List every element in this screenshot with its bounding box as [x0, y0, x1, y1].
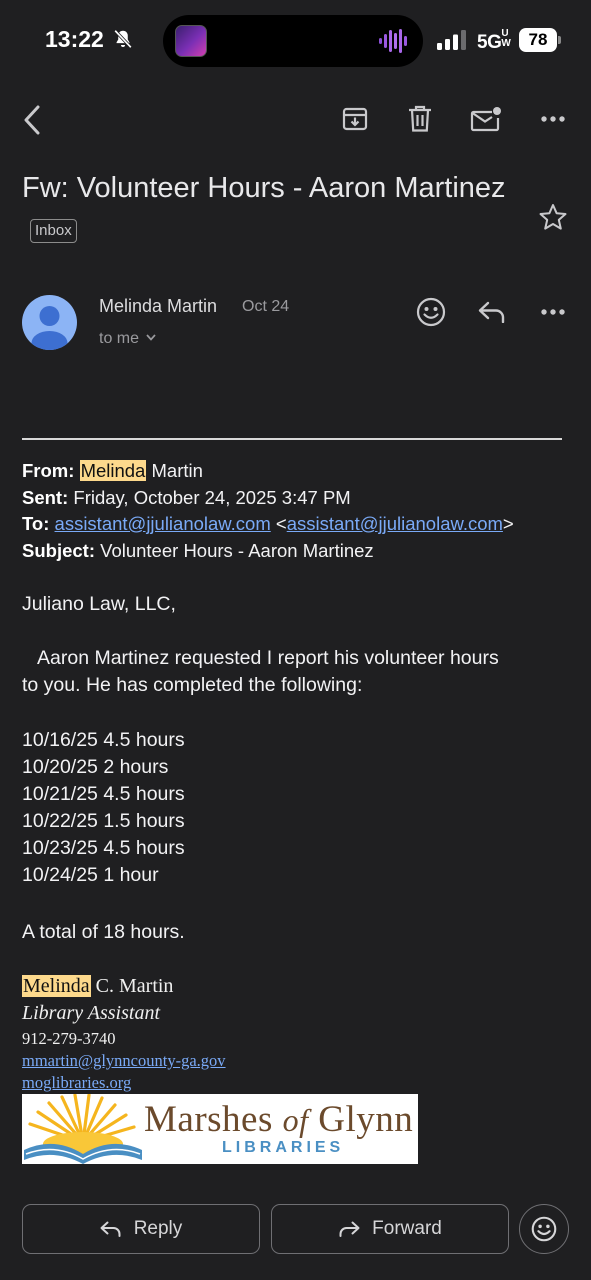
- reply-icon: [478, 301, 505, 323]
- search-highlight: Melinda: [79, 460, 147, 481]
- battery-level: 78: [519, 28, 557, 52]
- message-more-button[interactable]: [535, 294, 571, 330]
- now-playing-artwork: [175, 25, 207, 57]
- delete-button[interactable]: [402, 101, 438, 137]
- to-email-link-bracketed[interactable]: assistant@jjulianolaw.com: [287, 513, 503, 534]
- logo-subtitle: LIBRARIES: [222, 1139, 345, 1156]
- archive-button[interactable]: [337, 101, 373, 137]
- signature-email-link[interactable]: mmartin@glynncounty-ga.gov: [22, 1051, 226, 1071]
- library-logo[interactable]: Marshes of Glynn LIBRARIES: [22, 1094, 418, 1164]
- subject-line: Subject: Volunteer Hours - Aaron Martine…: [22, 539, 374, 561]
- bell-off-icon: [114, 29, 132, 49]
- reply-button[interactable]: [474, 294, 510, 330]
- forward-divider: [22, 438, 562, 440]
- mail-dot-icon: [470, 107, 501, 132]
- logo-wordmark: Marshes of Glynn: [144, 1099, 414, 1140]
- sender-avatar[interactable]: [22, 295, 77, 350]
- chevron-left-icon: [24, 105, 40, 135]
- forward-label: Forward: [372, 1218, 442, 1239]
- recipient-text: to me: [99, 330, 140, 347]
- status-time: 13:22: [45, 26, 104, 52]
- hours-item: 10/20/25 2 hours: [22, 756, 169, 778]
- emoji-reaction-button[interactable]: [519, 1204, 569, 1254]
- forward-action-button[interactable]: Forward: [271, 1204, 509, 1254]
- reply-icon: [100, 1221, 121, 1237]
- hours-item: 10/24/25 1 hour: [22, 864, 159, 886]
- more-options-button[interactable]: [535, 101, 571, 137]
- back-button[interactable]: [16, 102, 48, 138]
- dynamic-island[interactable]: [163, 15, 423, 67]
- trash-icon: [409, 105, 431, 132]
- intro-paragraph: Aaron Martinez requested I report his vo…: [22, 647, 499, 696]
- subject-text: Fw: Volunteer Hours - Aaron Martinez: [22, 172, 506, 204]
- to-line: To: assistant@jjulianolaw.com <assistant…: [22, 513, 514, 534]
- inbox-label-chip[interactable]: Inbox: [30, 219, 77, 243]
- greeting: Juliano Law, LLC,: [22, 593, 176, 615]
- more-horizontal-icon: [541, 309, 565, 315]
- emoji-icon: [531, 1216, 557, 1242]
- star-icon: [539, 204, 567, 230]
- network-type: 5GUW: [477, 28, 511, 54]
- cellular-signal-icon: [437, 30, 466, 50]
- more-horizontal-icon: [541, 116, 565, 122]
- recipient-details-toggle[interactable]: to me: [99, 330, 157, 348]
- total-hours: A total of 18 hours.: [22, 921, 185, 943]
- mark-unread-button[interactable]: [468, 101, 504, 137]
- from-line: From: Melinda Martin: [22, 460, 203, 481]
- forwarded-header: From: Melinda Martin Sent: Friday, Octob…: [22, 458, 582, 564]
- hours-item: 10/21/25 4.5 hours: [22, 783, 185, 805]
- signature-website-link[interactable]: moglibraries.org: [22, 1073, 131, 1093]
- signature-title: Library Assistant: [22, 1002, 160, 1024]
- hours-item: 10/22/25 1.5 hours: [22, 810, 185, 832]
- hours-item: 10/23/25 4.5 hours: [22, 837, 185, 859]
- battery-tip: [558, 36, 561, 44]
- sent-line: Sent: Friday, October 24, 2025 3:47 PM: [22, 486, 351, 508]
- emoji-icon: [416, 297, 446, 327]
- email-date: Oct 24: [242, 298, 290, 315]
- hours-item: 10/16/25 4.5 hours: [22, 729, 185, 751]
- audio-wave-icon: [379, 29, 407, 53]
- reply-label: Reply: [133, 1218, 183, 1239]
- reply-action-button[interactable]: Reply: [22, 1204, 260, 1254]
- react-emoji-button[interactable]: [413, 294, 449, 330]
- signature-name: Melinda C. Martin: [22, 975, 174, 997]
- to-email-link[interactable]: assistant@jjulianolaw.com: [55, 513, 271, 534]
- hours-list: 10/16/25 4.5 hours 10/20/25 2 hours 10/2…: [22, 727, 185, 889]
- sender-name[interactable]: Melinda Martin: [99, 296, 217, 317]
- star-button[interactable]: [536, 200, 570, 234]
- sunrise-book-icon: [24, 1094, 142, 1164]
- forward-icon: [339, 1221, 360, 1237]
- archive-icon: [342, 107, 368, 131]
- search-highlight: Melinda: [22, 975, 91, 997]
- chevron-down-icon: [146, 334, 157, 341]
- signature-phone[interactable]: 912-279-3740: [22, 1029, 116, 1049]
- email-subject: Fw: Volunteer Hours - Aaron Martinez Inbo…: [22, 167, 522, 253]
- person-icon: [31, 306, 68, 350]
